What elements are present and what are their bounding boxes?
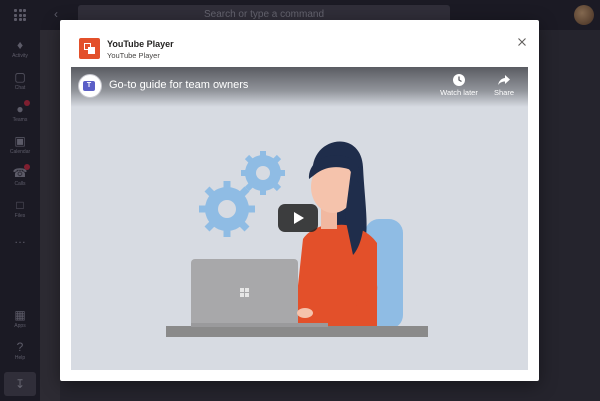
share-button[interactable]: Share bbox=[489, 74, 519, 97]
channel-logo[interactable]: T bbox=[78, 74, 102, 98]
teams-logo-icon: T bbox=[83, 81, 95, 91]
share-label: Share bbox=[493, 88, 514, 97]
video-player[interactable]: T Go-to guide for team owners Watch late… bbox=[71, 67, 528, 370]
share-arrow-icon bbox=[498, 75, 510, 85]
close-icon bbox=[518, 38, 526, 46]
youtube-player-dialog: YouTube Player YouTube Player T Go-to gu… bbox=[60, 20, 539, 381]
gear-large-icon bbox=[199, 181, 255, 237]
close-button[interactable] bbox=[515, 36, 529, 50]
watch-later-button[interactable]: Watch later bbox=[437, 74, 481, 97]
youtube-player-app-icon bbox=[79, 38, 100, 59]
gear-small-icon bbox=[241, 151, 285, 195]
dialog-subtitle: YouTube Player bbox=[107, 51, 160, 60]
dialog-title: YouTube Player bbox=[107, 39, 174, 49]
watch-later-label: Watch later bbox=[440, 88, 478, 97]
video-title-link[interactable]: Go-to guide for team owners bbox=[109, 79, 248, 91]
play-button[interactable] bbox=[278, 204, 318, 232]
clock-icon bbox=[453, 74, 465, 86]
